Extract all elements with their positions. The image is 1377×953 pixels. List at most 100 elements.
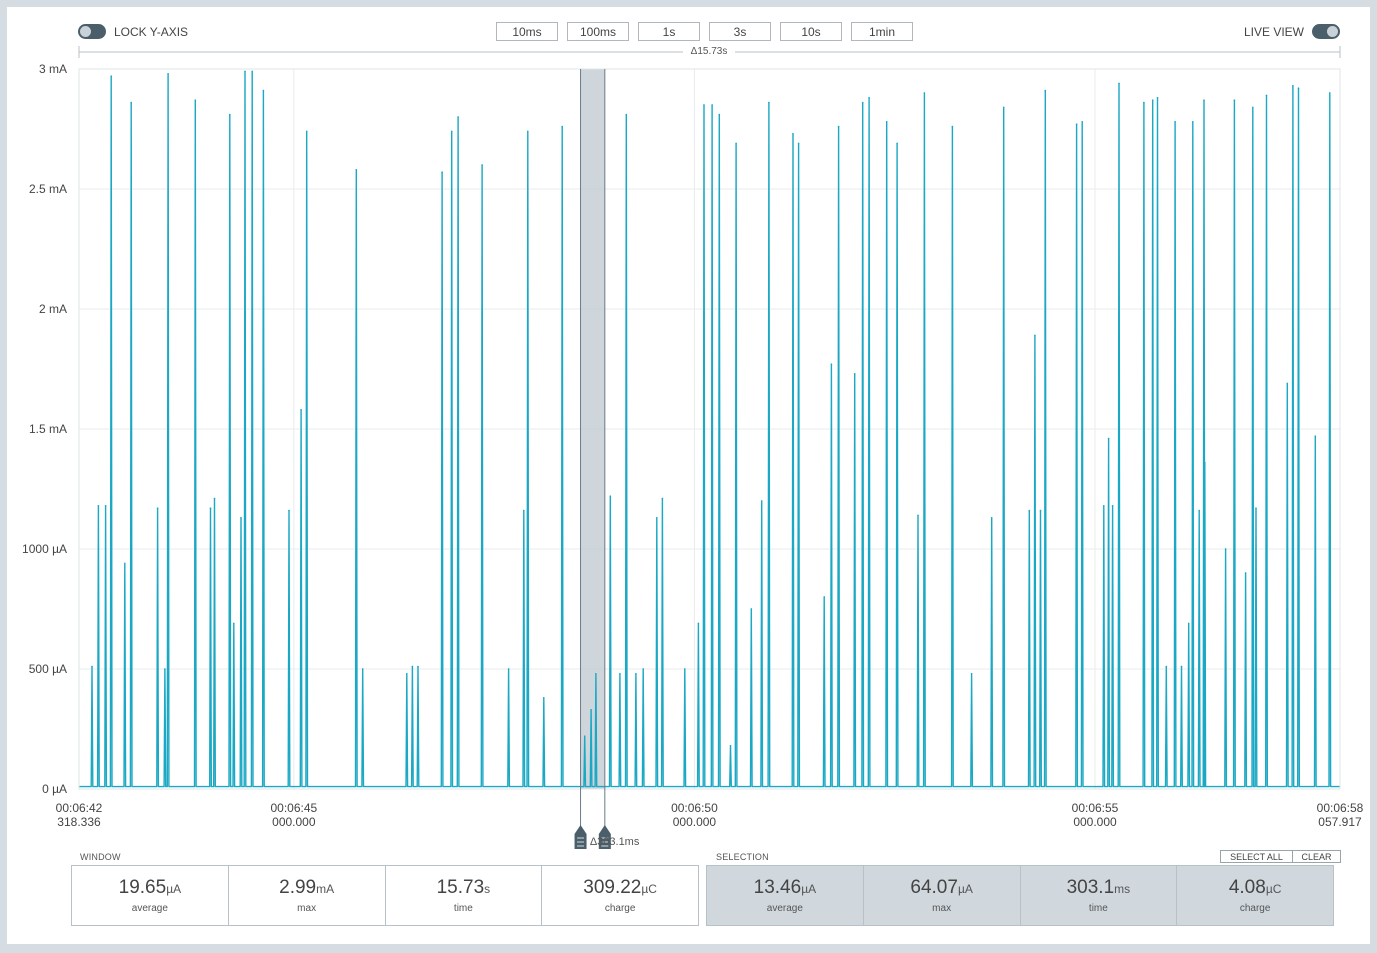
spike-point [1002,106,1005,109]
selection-charge-label: charge [1239,903,1271,914]
x-tick-time: 00:06:55 [1072,801,1119,815]
window-max-label: max [297,903,317,914]
y-tick-label: 1.5 mA [29,422,67,436]
spike-point [625,113,628,116]
spike-point [1292,85,1294,87]
spike-point [1039,509,1042,512]
spike-point [885,121,888,123]
spike-point [760,500,763,502]
window-time: 15.73s time [384,866,542,925]
spike-point [1075,123,1078,125]
spike-point [609,495,612,498]
window-max-unit: mA [316,882,335,896]
y-axis: 0 µA 500 µA 1000 µA 1.5 mA 2 mA 2.5 mA 3 mA [22,62,67,796]
spike-point [167,73,169,75]
select-all-button[interactable]: SELECT ALL [1220,850,1293,863]
spike-point [1165,665,1168,668]
window-average-unit: µA [166,882,182,896]
spike-point [868,97,870,99]
spike-point [853,373,856,375]
spike-point [305,130,308,133]
current-chart[interactable]: Δ15.73s 0 µA 500 µA 1000 µA 1.5 mA 2 mA 2.5 m… [0,0,1377,953]
spike-point [233,622,235,625]
selection-time-unit: ms [1114,882,1131,896]
window-stats-panel: 19.65µA average 2.99mA max 15.73s time 3… [71,865,699,926]
selection-average-label: average [766,903,803,914]
spike-point [896,142,898,145]
spike-point [1297,87,1300,89]
spike-point [1180,665,1183,668]
spike-point [1204,461,1206,464]
spike-point [1174,121,1176,123]
spike-point [441,171,443,173]
window-average-value: 19.65 [118,877,167,898]
window-charge-label: charge [604,903,636,914]
selection-area[interactable] [580,69,605,789]
spike-point [355,169,358,171]
selection-charge-unit: µC [1265,882,1282,896]
spike-point [1028,509,1031,512]
spike-point [156,507,159,510]
spike-point [1081,121,1083,123]
selection-region[interactable] [580,69,605,789]
spike-point [711,104,713,106]
window-charge-unit: µC [641,882,657,896]
spike-point [288,509,290,512]
spike-point [661,497,664,500]
spike-point [951,125,954,128]
spike-point [1187,622,1190,625]
selection-start-handle[interactable] [574,825,587,849]
spike-point [703,104,705,106]
spike-point [1103,505,1105,507]
spike-point [229,113,231,116]
window-span-indicator: Δ15.73s [78,44,1341,58]
spike-point [1244,572,1247,574]
spike-point [837,125,840,128]
selection-time: 303.1ms time [1019,866,1177,925]
spike-point [361,668,364,670]
selection-average-unit: µA [801,882,817,896]
spike-point [735,142,737,145]
window-span-label: Δ15.73s [691,46,728,57]
x-tick-subtime: 318.336 [57,815,101,829]
y-tick-label: 2.5 mA [29,182,67,196]
spike-point [251,70,253,73]
spike-point [590,709,592,711]
spike-point [1044,89,1047,92]
selection-time-value: 303.1 [1066,877,1115,898]
spike-point [970,673,973,675]
spike-point [697,622,700,625]
spike-point [1286,382,1289,385]
spike-point [213,497,216,500]
spike-point [507,668,510,670]
spike-point [1118,82,1120,85]
spike-point [718,113,721,116]
spike-point [91,665,93,668]
spike-point [97,505,100,507]
chart-grid [79,68,1340,790]
selection-max-label: max [932,903,952,914]
y-tick-label: 3 mA [39,62,67,76]
window-average: 19.65µA average [72,866,228,925]
spike-point [1151,99,1154,101]
x-axis: 00:06:42318.33600:06:45000.00000:06:5000… [56,801,1364,829]
spike-point [1198,509,1200,512]
window-time-unit: s [484,882,491,896]
spike-point [164,668,166,670]
spike-point [450,130,453,133]
spike-point [561,125,563,128]
x-tick-time: 00:06:58 [1317,801,1364,815]
spike-point [457,116,459,118]
selection-average-value: 13.46 [753,877,802,898]
selection-charge-value: 4.08 [1228,877,1266,898]
spike-point [917,514,919,517]
y-tick-label: 0 µA [42,782,67,796]
selection-max: 64.07µA max [862,866,1020,925]
spike-point [527,130,529,133]
spike-point [1255,507,1257,510]
spike-point [823,596,825,598]
clear-button[interactable]: CLEAR [1292,850,1341,863]
spike-point [656,517,658,519]
spike-point [684,668,686,670]
spike-point [1252,106,1254,109]
